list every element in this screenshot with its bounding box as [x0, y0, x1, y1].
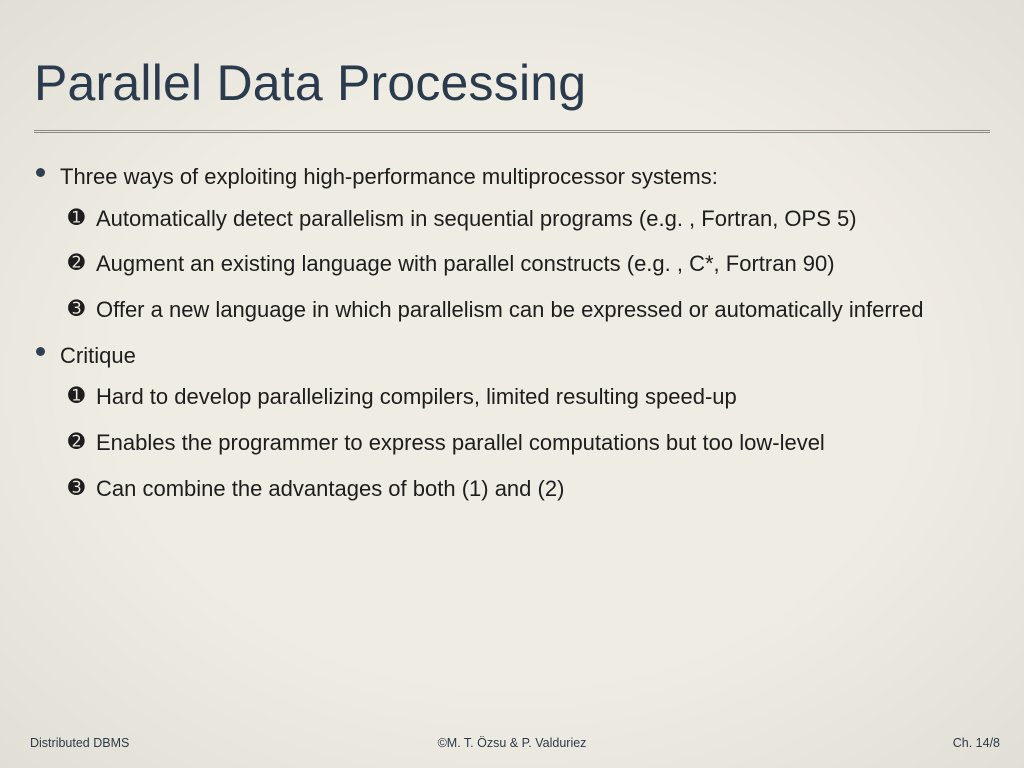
footer-center: ©M. T. Özsu & P. Valduriez — [438, 736, 587, 750]
bullet-icon — [36, 347, 45, 356]
list-item: ➋ Augment an existing language with para… — [68, 249, 980, 279]
list-item-text: Augment an existing language with parall… — [96, 249, 980, 279]
numeral-icon: ➋ — [68, 250, 96, 277]
slide: Parallel Data Processing Three ways of e… — [0, 0, 1024, 768]
list-item-text: Offer a new language in which parallelis… — [96, 295, 980, 325]
footer-left: Distributed DBMS — [30, 736, 129, 750]
numeral-icon: ➌ — [68, 296, 96, 323]
sub-list: ➊ Hard to develop parallelizing compiler… — [60, 382, 980, 503]
slide-content: Three ways of exploiting high-performanc… — [34, 162, 990, 504]
numeral-icon: ➊ — [68, 383, 96, 410]
list-item: ➊ Hard to develop parallelizing compiler… — [68, 382, 980, 412]
slide-footer: Distributed DBMS ©M. T. Özsu & P. Valdur… — [0, 736, 1024, 750]
list-item: ➌ Can combine the advantages of both (1)… — [68, 474, 980, 504]
list-item: ➌ Offer a new language in which parallel… — [68, 295, 980, 325]
slide-title: Parallel Data Processing — [34, 54, 990, 112]
bullet-lead: Critique — [60, 341, 980, 371]
list-item: ➋ Enables the programmer to express para… — [68, 428, 980, 458]
bullet-item: Critique ➊ Hard to develop parallelizing… — [60, 341, 980, 504]
bullet-icon — [36, 168, 45, 177]
numeral-icon: ➌ — [68, 475, 96, 502]
footer-right: Ch. 14/8 — [953, 736, 1000, 750]
list-item-text: Hard to develop parallelizing compilers,… — [96, 382, 980, 412]
bullet-item: Three ways of exploiting high-performanc… — [60, 162, 980, 325]
sub-list: ➊ Automatically detect parallelism in se… — [60, 204, 980, 325]
list-item: ➊ Automatically detect parallelism in se… — [68, 204, 980, 234]
title-divider — [34, 130, 990, 134]
bullet-lead: Three ways of exploiting high-performanc… — [60, 162, 980, 192]
list-item-text: Enables the programmer to express parall… — [96, 428, 980, 458]
list-item-text: Can combine the advantages of both (1) a… — [96, 474, 980, 504]
list-item-text: Automatically detect parallelism in sequ… — [96, 204, 980, 234]
numeral-icon: ➋ — [68, 429, 96, 456]
numeral-icon: ➊ — [68, 205, 96, 232]
